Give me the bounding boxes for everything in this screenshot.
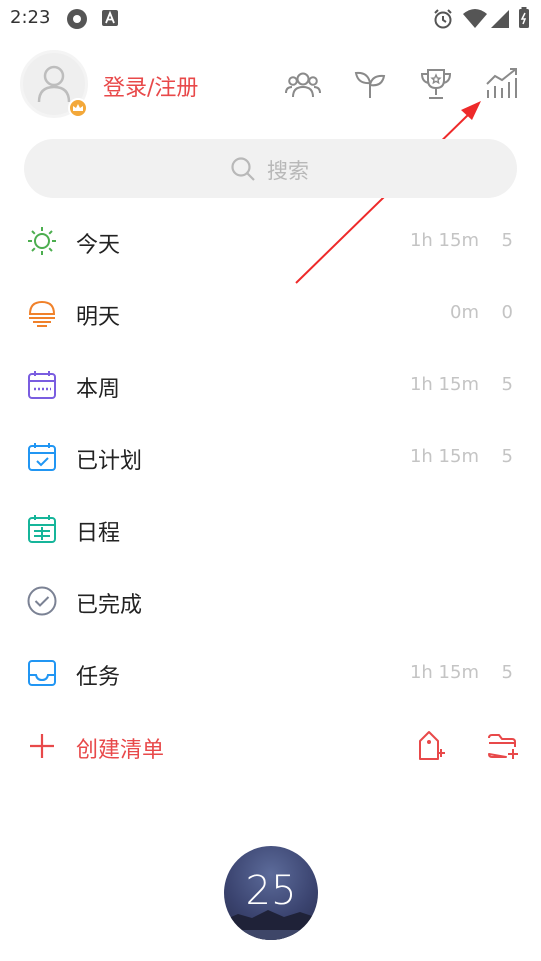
list-item-completed[interactable]: 已完成 bbox=[0, 571, 541, 631]
sun-icon bbox=[28, 227, 56, 255]
list-duration: 1h 15m bbox=[409, 662, 479, 683]
list-label: 已完成 bbox=[76, 593, 143, 618]
list-item-schedule[interactable]: 日程 bbox=[0, 499, 541, 559]
list-duration: 1h 15m bbox=[409, 374, 479, 395]
list-item-this-week[interactable]: 本周 1h 15m 5 bbox=[0, 355, 541, 415]
list-label: 明天 bbox=[76, 305, 121, 330]
search-bar[interactable]: 搜索 bbox=[24, 139, 517, 198]
list-label: 任务 bbox=[76, 665, 121, 690]
list-item-tomorrow[interactable]: 明天 0m 0 bbox=[0, 283, 541, 343]
list-count: 5 bbox=[501, 446, 513, 467]
list-item-today[interactable]: 今天 1h 15m 5 bbox=[0, 211, 541, 271]
list-label: 今天 bbox=[76, 233, 121, 258]
list-label: 本周 bbox=[76, 377, 121, 402]
list-duration: 1h 15m bbox=[409, 446, 479, 467]
plus-icon bbox=[30, 734, 54, 758]
add-folder-icon[interactable] bbox=[486, 730, 520, 762]
inbox-icon bbox=[28, 660, 56, 686]
list-item-tasks[interactable]: 任务 1h 15m 5 bbox=[0, 643, 541, 703]
pomodoro-timer-button[interactable]: 25 bbox=[224, 846, 318, 940]
list-duration: 0m bbox=[450, 302, 479, 323]
search-placeholder: 搜索 bbox=[267, 159, 309, 183]
calendar-grid-icon bbox=[28, 515, 56, 543]
list-count: 0 bbox=[501, 302, 513, 323]
sunset-icon bbox=[28, 300, 56, 327]
pomodoro-value: 25 bbox=[245, 868, 297, 914]
create-list-label: 创建清单 bbox=[76, 738, 165, 763]
search-icon bbox=[231, 157, 255, 181]
list-label: 已计划 bbox=[76, 449, 143, 474]
list-duration: 1h 15m bbox=[409, 230, 479, 251]
list-label: 日程 bbox=[76, 521, 121, 546]
calendar-week-icon bbox=[28, 371, 56, 399]
calendar-check-icon bbox=[28, 443, 56, 471]
list-count: 5 bbox=[501, 230, 513, 251]
create-list-row[interactable]: 创建清单 bbox=[0, 716, 541, 776]
add-tag-icon[interactable] bbox=[416, 730, 446, 762]
list-count: 5 bbox=[501, 662, 513, 683]
list-count: 5 bbox=[501, 374, 513, 395]
list-item-planned[interactable]: 已计划 1h 15m 5 bbox=[0, 427, 541, 487]
check-circle-icon bbox=[27, 586, 57, 616]
